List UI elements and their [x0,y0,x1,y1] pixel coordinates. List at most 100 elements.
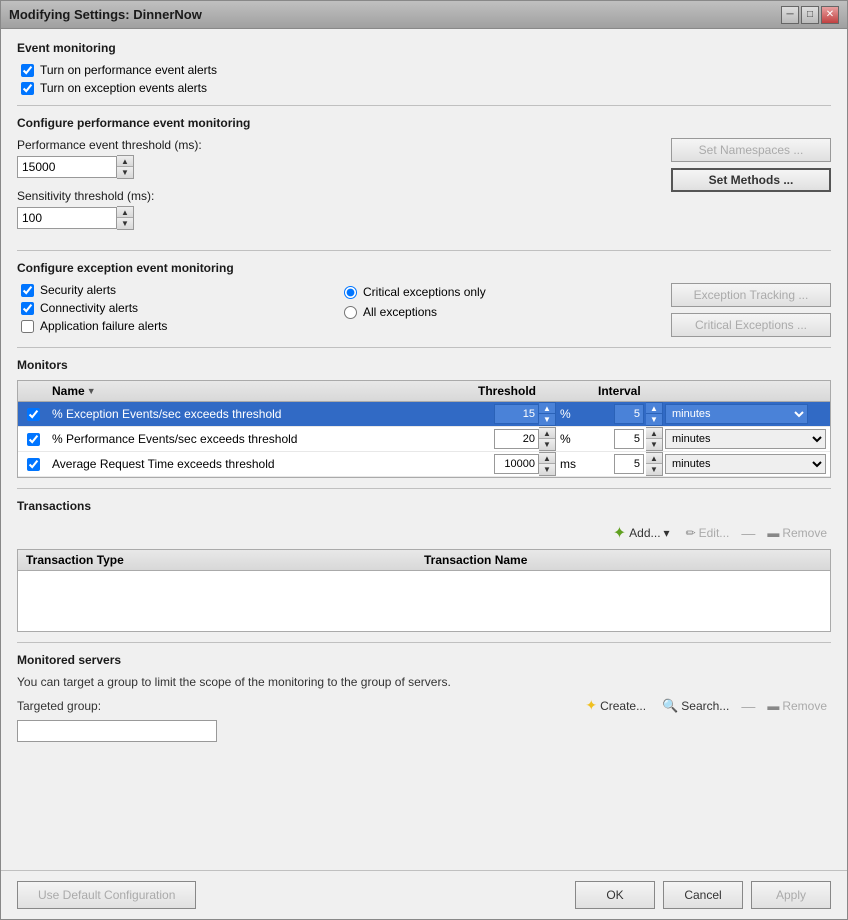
threshold-0-spin-down[interactable]: ▼ [539,414,555,425]
exception-left: Security alerts Connectivity alerts Appl… [17,283,324,337]
sensitivity-label: Sensitivity threshold (ms): [17,189,651,203]
monitor-row-1-threshold-input[interactable] [494,429,539,449]
monitor-row-1-interval-input[interactable] [614,429,644,449]
add-transaction-button[interactable]: ✦ Add... ▾ [609,521,674,545]
configure-exception-section: Configure exception event monitoring Sec… [17,261,831,337]
event-monitoring-section: Event monitoring Turn on performance eve… [17,41,831,95]
ok-button[interactable]: OK [575,881,655,909]
threshold-1-spin-up[interactable]: ▲ [539,428,555,439]
create-group-button[interactable]: ✦ Create... [581,695,650,716]
connectivity-alerts-row: Connectivity alerts [17,301,324,315]
edit-icon: ✏ [686,526,696,540]
interval-0-spin-up[interactable]: ▲ [646,403,662,414]
title-bar-controls: ─ □ ✕ [781,6,839,24]
monitor-row-0[interactable]: % Exception Events/sec exceeds threshold… [18,402,830,427]
remove-transaction-button[interactable]: ▬ Remove [763,524,831,542]
add-icon: ✦ [613,523,626,543]
edit-transaction-button[interactable]: ✏ Edit... [682,524,734,542]
threshold-0-unit: % [560,407,571,421]
interval-0-spin-down[interactable]: ▼ [646,414,662,425]
monitor-row-0-interval: ▲ ▼ minutes seconds hours [610,402,830,426]
app-failure-alerts-row: Application failure alerts [17,319,324,333]
threshold-2-spin-up[interactable]: ▲ [539,453,555,464]
content-area: Event monitoring Turn on performance eve… [1,29,847,919]
monitor-row-2-threshold-input[interactable] [494,454,539,474]
monitor-row-2-threshold: ▲ ▼ ms [490,452,610,476]
cancel-button[interactable]: Cancel [663,881,743,909]
exception-alerts-checkbox[interactable] [21,82,34,95]
monitor-row-2-checkbox[interactable] [18,458,48,471]
remove-group-button[interactable]: ▬ Remove [763,697,831,715]
set-methods-button[interactable]: Set Methods ... [671,168,831,192]
all-exceptions-label: All exceptions [363,305,437,319]
monitor-row-2-interval-input[interactable] [614,454,644,474]
scrollable-content[interactable]: Event monitoring Turn on performance eve… [1,29,847,870]
threshold-spinbox: ▲ ▼ [17,155,651,179]
security-alerts-row: Security alerts [17,283,324,297]
remove-icon: ▬ [767,526,779,540]
app-failure-alerts-checkbox[interactable] [21,320,34,333]
monitor-row-1-checkbox[interactable] [18,433,48,446]
exception-alerts-row: Turn on exception events alerts [17,81,831,95]
threshold-spin-down[interactable]: ▼ [117,167,133,178]
close-button[interactable]: ✕ [821,6,839,24]
monitor-row-0-checkbox[interactable] [18,408,48,421]
interval-1-spin-up[interactable]: ▲ [646,428,662,439]
bottom-right: OK Cancel Apply [575,881,831,909]
security-alerts-checkbox[interactable] [21,284,34,297]
exception-radio-group: Critical exceptions only All exceptions [344,283,651,319]
sort-arrow-icon: ▼ [87,386,96,396]
exception-alerts-label: Turn on exception events alerts [40,81,207,95]
search-group-button[interactable]: 🔍 Search... [658,696,733,716]
bottom-bar: Use Default Configuration OK Cancel Appl… [1,870,847,919]
monitor-row-2-interval-unit[interactable]: minutes seconds hours [665,454,826,474]
all-exceptions-row: All exceptions [344,305,651,319]
targeted-group-input[interactable] [17,720,217,742]
monitor-row-1[interactable]: % Performance Events/sec exceeds thresho… [18,427,830,452]
connectivity-alerts-checkbox[interactable] [21,302,34,315]
targeted-group-row: Targeted group: ✦ Create... 🔍 Search... … [17,695,831,716]
remove-group-icon: ▬ [767,699,779,713]
monitor-row-2[interactable]: Average Request Time exceeds threshold ▲… [18,452,830,477]
critical-only-radio[interactable] [344,286,357,299]
connectivity-alerts-label: Connectivity alerts [40,301,138,315]
configure-performance-title: Configure performance event monitoring [17,116,831,130]
interval-2-spin-down[interactable]: ▼ [646,464,662,475]
critical-only-row: Critical exceptions only [344,285,651,299]
set-namespaces-button[interactable]: Set Namespaces ... [671,138,831,162]
threshold-1-unit: % [560,432,571,446]
exception-tracking-button[interactable]: Exception Tracking ... [671,283,831,307]
monitor-row-0-threshold-input[interactable] [494,404,539,424]
sensitivity-spin-down[interactable]: ▼ [117,218,133,229]
monitored-desc: You can target a group to limit the scop… [17,675,831,689]
threshold-spin-buttons: ▲ ▼ [117,155,134,179]
apply-button[interactable]: Apply [751,881,831,909]
perf-alerts-checkbox[interactable] [21,64,34,77]
sensitivity-input[interactable] [17,207,117,229]
monitor-row-0-interval-input[interactable] [614,404,644,424]
security-alerts-label: Security alerts [40,283,116,297]
interval-1-spin-down[interactable]: ▼ [646,439,662,450]
monitor-row-0-interval-unit[interactable]: minutes seconds hours [665,404,808,424]
threshold-spin-up[interactable]: ▲ [117,156,133,167]
toolbar-separator-2: — [741,698,755,714]
search-icon: 🔍 [662,698,678,714]
default-config-button[interactable]: Use Default Configuration [17,881,196,909]
create-icon: ✦ [585,697,597,714]
window-title: Modifying Settings: DinnerNow [9,7,202,22]
sensitivity-spin-up[interactable]: ▲ [117,207,133,218]
threshold-0-spin-up[interactable]: ▲ [539,403,555,414]
critical-exceptions-button[interactable]: Critical Exceptions ... [671,313,831,337]
threshold-2-spin-down[interactable]: ▼ [539,464,555,475]
th-transaction-type: Transaction Type [18,553,416,567]
interval-2-spin-up[interactable]: ▲ [646,453,662,464]
monitor-row-2-interval: ▲ ▼ minutes seconds hours [610,452,830,476]
all-exceptions-radio[interactable] [344,306,357,319]
threshold-1-spin-down[interactable]: ▼ [539,439,555,450]
th-threshold: Threshold [474,384,594,398]
maximize-button[interactable]: □ [801,6,819,24]
sensitivity-spinbox: ▲ ▼ [17,206,651,230]
monitor-row-1-interval-unit[interactable]: minutes seconds hours [665,429,826,449]
minimize-button[interactable]: ─ [781,6,799,24]
threshold-input[interactable] [17,156,117,178]
